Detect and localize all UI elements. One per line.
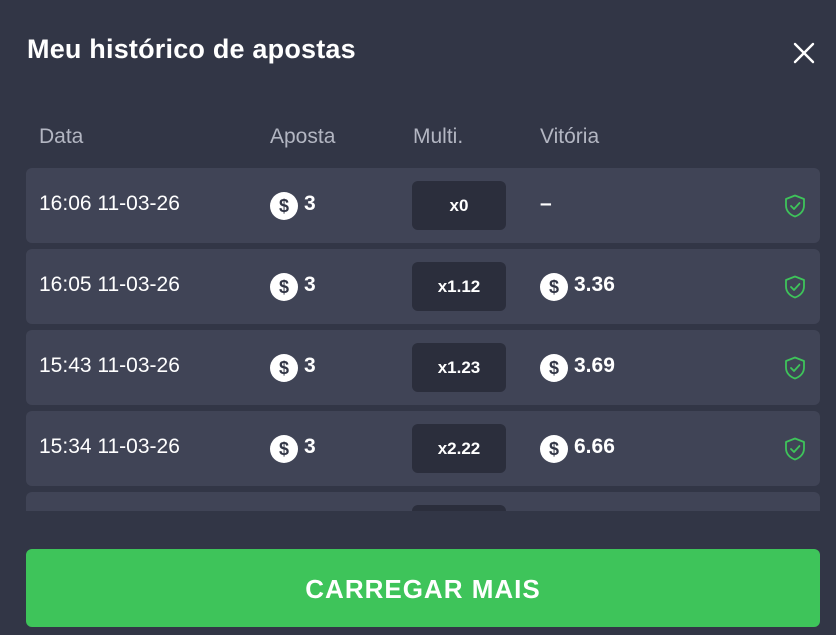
- win-amount: 3.36: [574, 273, 615, 296]
- multiplier-badge: x1.12: [412, 262, 506, 311]
- shield-check-icon[interactable]: [784, 194, 806, 218]
- table-row: 15:43 11-03-26 $ 3 x1.23 $ 3.69: [26, 330, 820, 405]
- row-date: 15:43 11-03-26: [39, 354, 180, 377]
- win-amount: 6.66: [574, 435, 615, 458]
- table-row: 16:05 11-03-26 $ 3 x1.12 $ 3.36: [26, 249, 820, 324]
- multiplier-badge: x2.22: [412, 424, 506, 473]
- page-title: Meu histórico de apostas: [27, 34, 356, 64]
- dollar-coin-icon: $: [270, 435, 298, 463]
- dollar-coin-icon: $: [270, 273, 298, 301]
- row-date: 15:34 11-03-26: [39, 435, 180, 458]
- bet-amount: 3: [304, 435, 316, 458]
- dollar-coin-icon: $: [540, 435, 568, 463]
- bet-amount: 3: [304, 273, 316, 296]
- win-amount: –: [540, 192, 552, 215]
- row-date: 16:06 11-03-26: [39, 192, 180, 215]
- bet-history-list[interactable]: 16:06 11-03-26 $ 3 x0 – 16:05 11-03-26 $…: [26, 168, 820, 511]
- table-row: 16:06 11-03-26 $ 3 x0 –: [26, 168, 820, 243]
- column-header-win: Vitória: [540, 125, 600, 148]
- row-date: 16:05 11-03-26: [39, 273, 180, 296]
- multiplier-badge: x1.23: [412, 343, 506, 392]
- column-header-multi: Multi.: [413, 125, 464, 148]
- column-header-date: Data: [39, 125, 84, 148]
- win-amount: 3.69: [574, 354, 615, 377]
- multiplier-badge: [412, 505, 506, 511]
- column-header-bet: Aposta: [270, 125, 336, 148]
- multiplier-badge: x0: [412, 181, 506, 230]
- close-icon[interactable]: [790, 39, 818, 67]
- shield-check-icon[interactable]: [784, 356, 806, 380]
- shield-check-icon[interactable]: [784, 437, 806, 461]
- dollar-coin-icon: $: [540, 273, 568, 301]
- table-row: 15:34 11-03-26 $ 3 x2.22 $ 6.66: [26, 411, 820, 486]
- close-button[interactable]: [790, 39, 818, 67]
- dollar-coin-icon: $: [270, 192, 298, 220]
- table-header: Data Aposta Multi. Vitória: [0, 125, 836, 155]
- shield-check-icon[interactable]: [784, 275, 806, 299]
- bet-amount: 3: [304, 192, 316, 215]
- load-more-button[interactable]: CARREGAR MAIS: [26, 549, 820, 627]
- dollar-coin-icon: $: [270, 354, 298, 382]
- table-row-partial: [26, 492, 820, 511]
- dollar-coin-icon: $: [540, 354, 568, 382]
- bet-amount: 3: [304, 354, 316, 377]
